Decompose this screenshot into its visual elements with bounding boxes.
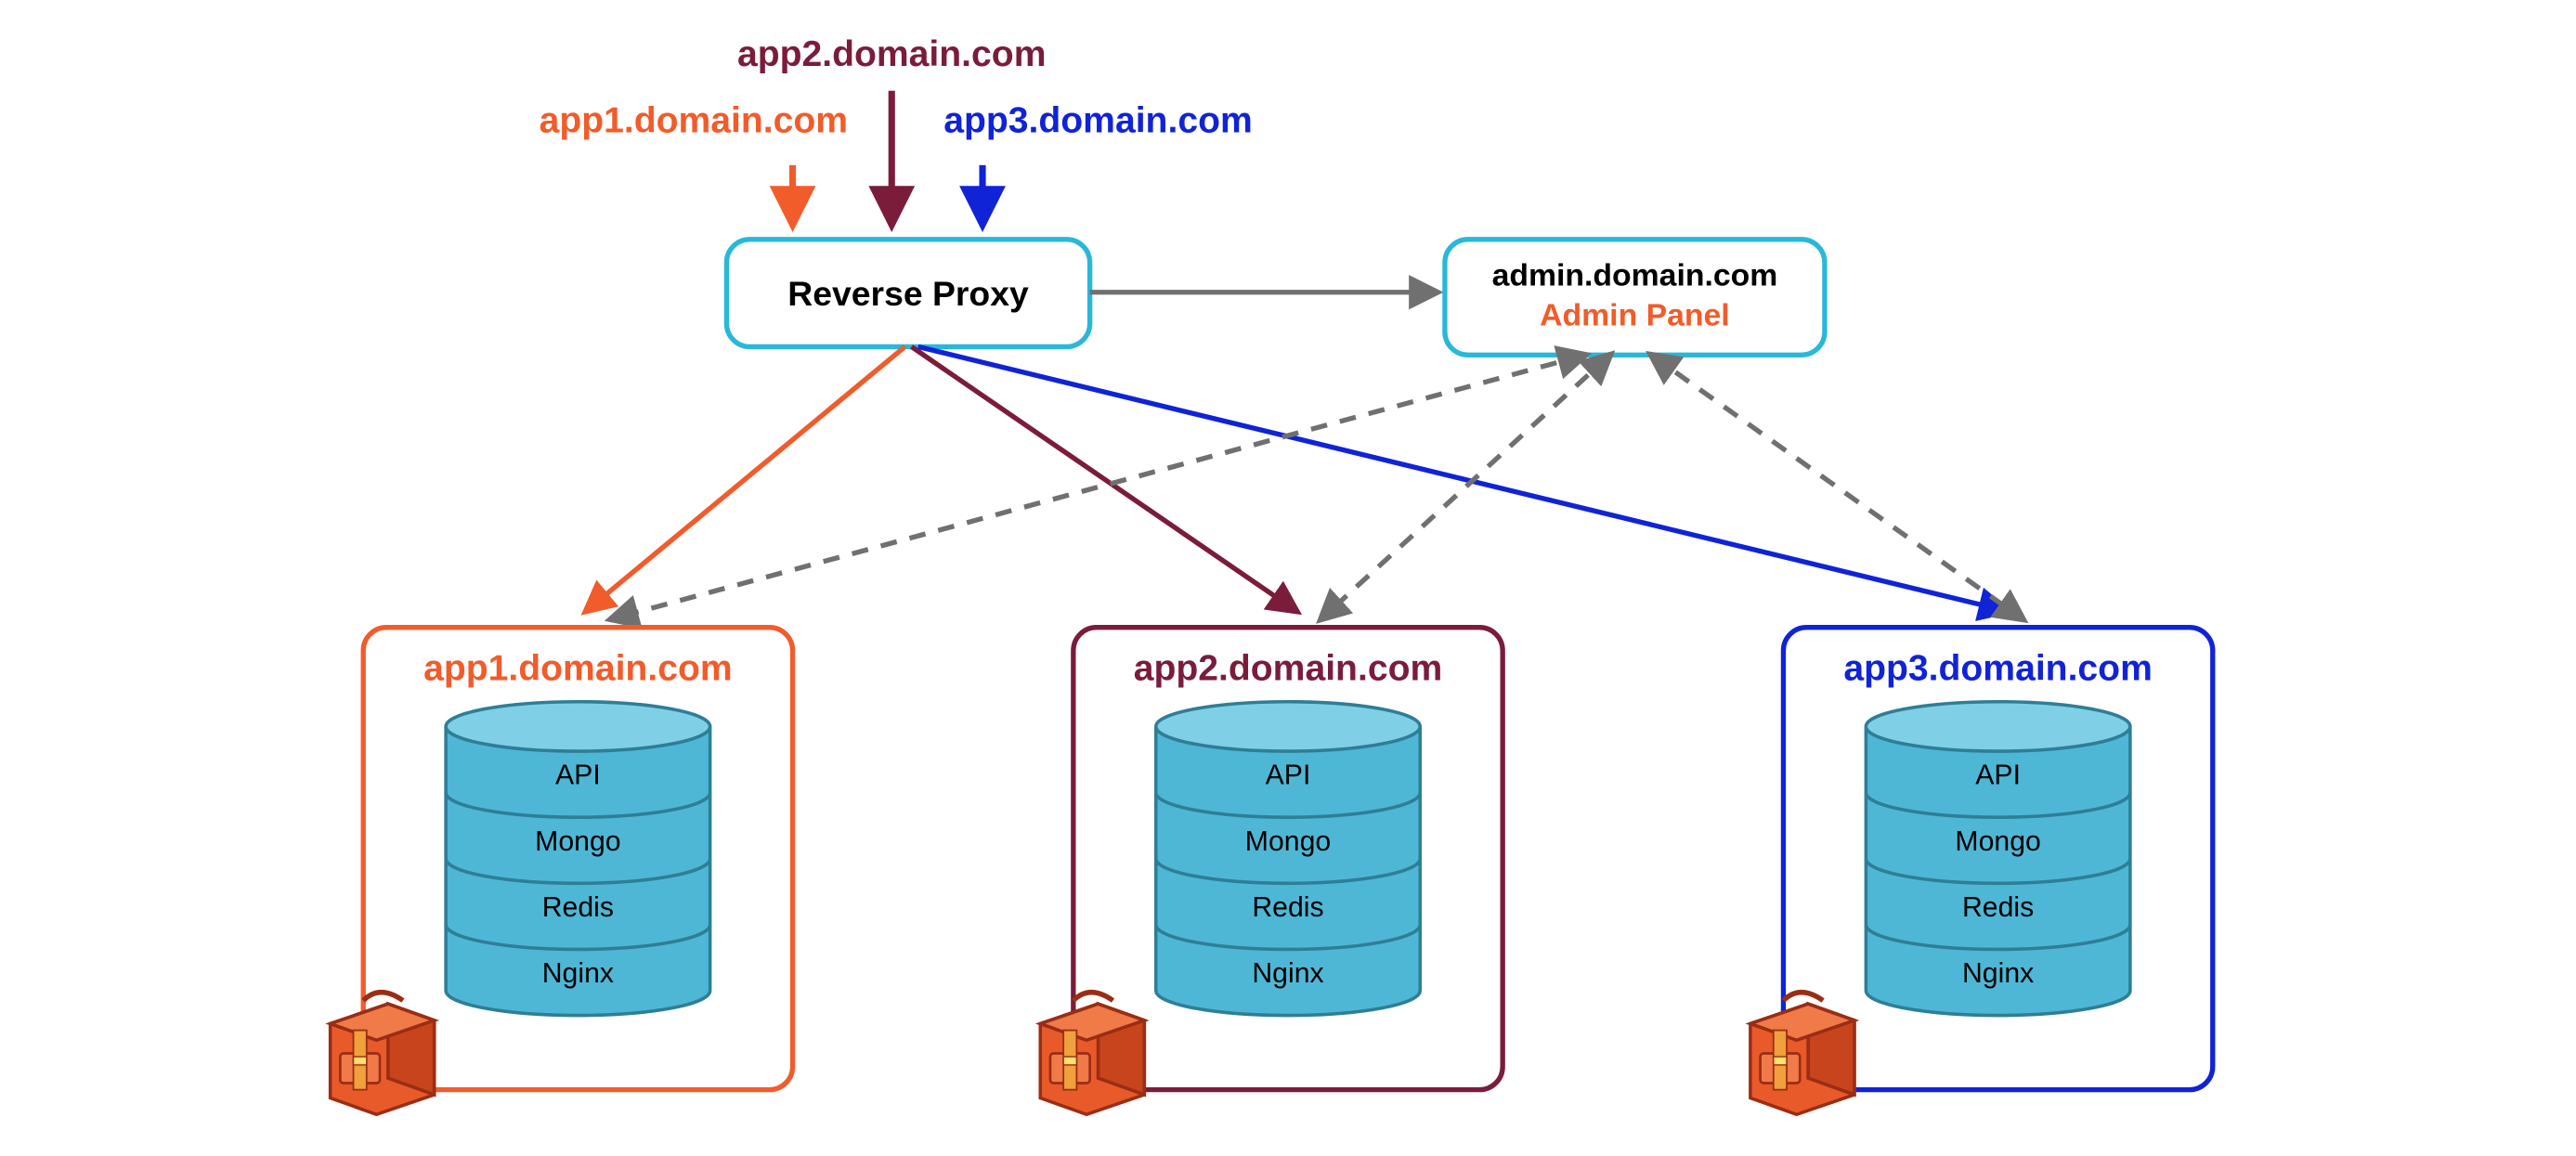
db-cylinder-icon: API Mongo Redis Nginx xyxy=(1866,702,2130,1016)
stack-layer-1: Mongo xyxy=(1245,826,1331,857)
proxy-to-app2-arrow xyxy=(912,346,1296,611)
stack-layer-0: API xyxy=(1975,760,2021,791)
stack-layer-0: API xyxy=(555,760,601,791)
app-box-3: app3.domain.com API Mongo Redis Nginx xyxy=(1750,628,2213,1115)
db-cylinder-icon: API Mongo Redis Nginx xyxy=(1156,702,1421,1016)
stack-layer-3: Nginx xyxy=(542,958,614,989)
stack-layer-2: Redis xyxy=(542,892,614,923)
stack-layer-3: Nginx xyxy=(1962,958,2034,989)
db-cylinder-icon: API Mongo Redis Nginx xyxy=(446,702,710,1016)
admin-app2-link xyxy=(1321,355,1610,619)
stack-layer-2: Redis xyxy=(1962,892,2034,923)
app-box-1: app1.domain.com API Mongo Redis Nginx xyxy=(331,628,793,1115)
stack-layer-3: Nginx xyxy=(1252,958,1323,989)
app-title: app3.domain.com xyxy=(1843,649,2152,689)
stack-layer-2: Redis xyxy=(1252,892,1323,923)
incoming-label-app3: app3.domain.com xyxy=(943,100,1253,140)
architecture-diagram: app2.domain.com app1.domain.com app3.dom… xyxy=(0,0,2576,1156)
app-title: app2.domain.com xyxy=(1134,649,1443,689)
admin-domain-label: admin.domain.com xyxy=(1492,258,1778,293)
reverse-proxy-label: Reverse Proxy xyxy=(787,274,1029,313)
stack-layer-1: Mongo xyxy=(1955,826,2040,857)
admin-app1-link xyxy=(611,355,1585,619)
stack-layer-0: API xyxy=(1266,760,1311,791)
incoming-label-app1: app1.domain.com xyxy=(540,100,849,140)
admin-app3-link xyxy=(1651,355,2023,619)
proxy-to-app1-arrow xyxy=(586,346,904,611)
app-box-2: app2.domain.com API Mongo Redis Nginx xyxy=(1040,628,1503,1115)
stack-layer-1: Mongo xyxy=(535,826,620,857)
incoming-label-app2: app2.domain.com xyxy=(737,34,1047,74)
app-title: app1.domain.com xyxy=(423,649,733,689)
admin-panel-label: Admin Panel xyxy=(1540,297,1730,332)
